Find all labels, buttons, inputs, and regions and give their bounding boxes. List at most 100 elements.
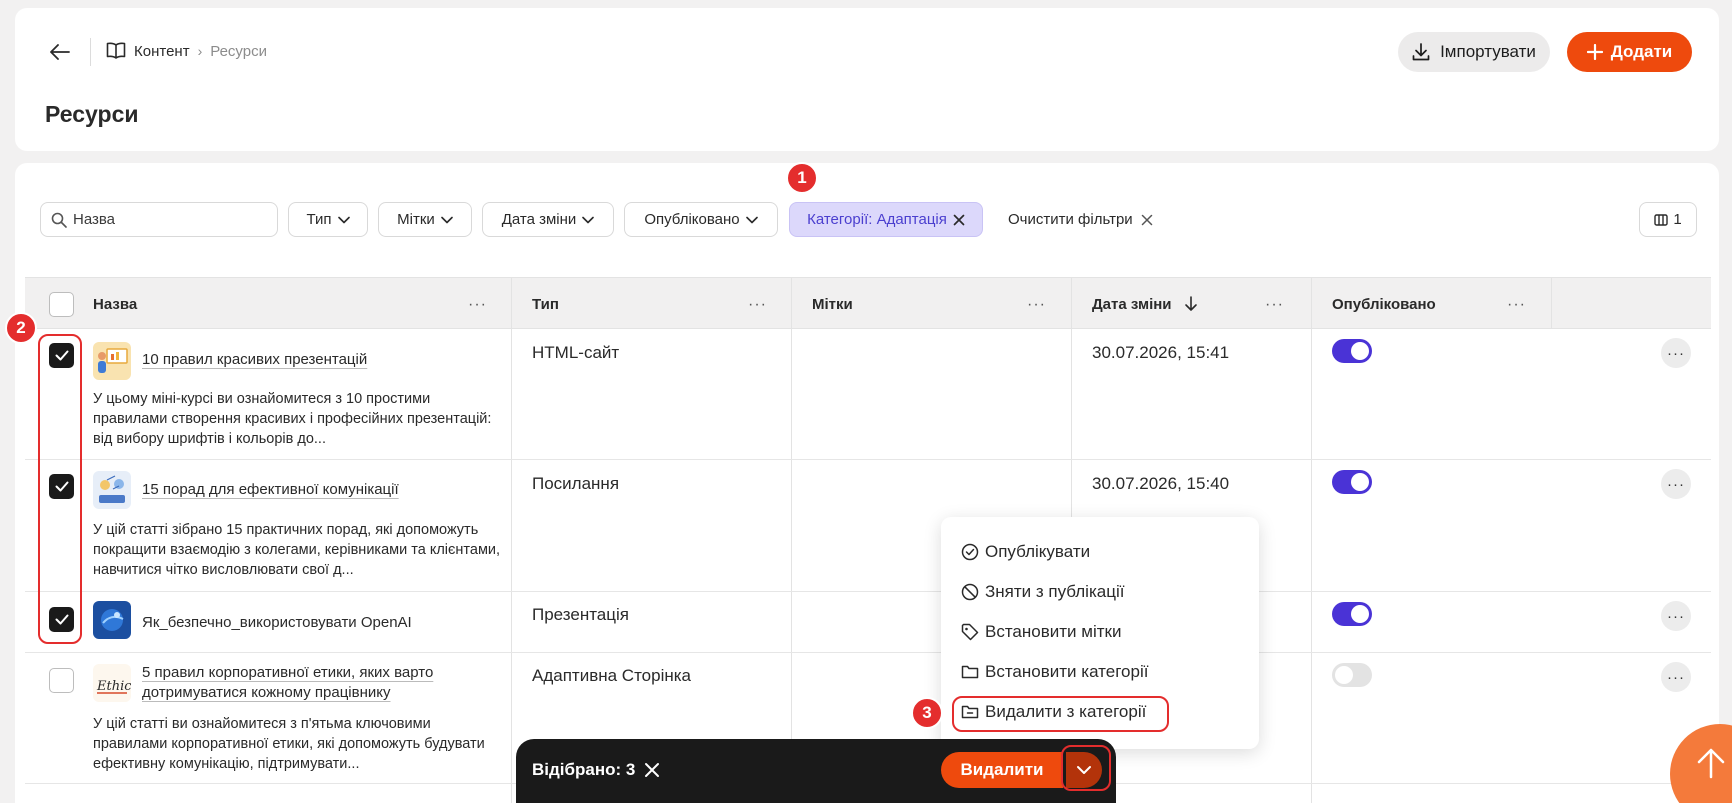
folder-icon [961, 665, 979, 679]
columns-icon [1654, 213, 1669, 226]
resource-title[interactable]: Як_безпечно_використовувати OpenAI [142, 613, 412, 633]
published-toggle[interactable] [1332, 470, 1372, 494]
menu-item-set-tags[interactable]: Встановити мітки [961, 622, 1121, 642]
filter-type[interactable]: Тип [288, 202, 368, 237]
row-menu-button[interactable]: ··· [1661, 469, 1691, 499]
close-icon[interactable] [953, 214, 965, 226]
select-all-checkbox[interactable] [49, 292, 74, 317]
breadcrumb: Контент › Ресурси [106, 42, 267, 60]
menu-item-set-categories[interactable]: Встановити категорії [961, 662, 1148, 682]
resource-description: У цьому міні-курсі ви ознайомитеся з 10 … [93, 391, 492, 447]
book-icon [106, 42, 126, 59]
svg-text:Ethics: Ethics [96, 679, 131, 694]
thumbnail [93, 471, 131, 509]
delete-label: Видалити [960, 760, 1044, 779]
col-name-menu[interactable]: ··· [468, 296, 487, 314]
menu-item-label: Опублікувати [985, 542, 1091, 561]
table-header: Назва ··· Тип ··· Мітки ··· Дата зміни ·… [25, 277, 1711, 329]
col-header-name[interactable]: Назва [93, 278, 137, 330]
table-row: Як_безпечно_використовувати OpenAI Презе… [25, 592, 1711, 653]
search-icon [51, 212, 67, 228]
resource-title[interactable]: 15 порад для ефективної комунікації [142, 480, 399, 500]
menu-item-label: Встановити категорії [985, 662, 1149, 681]
arrow-left-icon [50, 44, 70, 60]
resource-date: 30.07.2026, 15:40 [1092, 474, 1230, 493]
close-icon [1141, 214, 1152, 225]
plus-icon [1586, 44, 1603, 60]
close-icon [645, 763, 659, 777]
add-label: Додати [1610, 42, 1673, 61]
table-row: 10 правил красивих презентацій У цьому м… [25, 329, 1711, 460]
filter-date[interactable]: Дата зміни [482, 202, 614, 237]
chevron-down-icon [441, 216, 453, 223]
row-checkbox[interactable] [49, 668, 74, 693]
col-tags-menu[interactable]: ··· [1027, 296, 1046, 314]
filter-tags-label: Мітки [397, 211, 435, 228]
resource-title[interactable]: 10 правил красивих презентацій [142, 350, 367, 370]
tag-icon [961, 623, 979, 641]
row-menu-button[interactable]: ··· [1661, 601, 1691, 631]
filter-date-label: Дата зміни [501, 211, 577, 228]
clear-selection-button[interactable] [640, 758, 664, 782]
resource-type: Посилання [532, 474, 620, 493]
chevron-down-icon [337, 216, 350, 223]
row-menu-button[interactable]: ··· [1661, 338, 1691, 368]
col-header-tags[interactable]: Мітки [812, 278, 853, 330]
col-date-menu[interactable]: ··· [1265, 296, 1284, 314]
download-icon [1412, 43, 1430, 61]
search-input[interactable] [73, 211, 263, 228]
resource-title[interactable]: 5 правил корпоративної етики, яких варто… [142, 663, 462, 703]
filter-published-label: Опубліковано [644, 211, 740, 228]
columns-count: 1 [1673, 211, 1682, 228]
resource-description: У цій статті ви ознайомитеся з п'ятьма к… [93, 716, 485, 772]
published-toggle[interactable] [1332, 663, 1372, 687]
filter-tags[interactable]: Мітки [378, 202, 472, 237]
search-field[interactable] [40, 202, 278, 237]
resource-description: У цій статті зібрано 15 практичних порад… [93, 522, 501, 578]
table-row: 15 порад для ефективної комунікації У ці… [25, 460, 1711, 592]
resource-type: HTML-сайт [532, 343, 620, 362]
ban-icon [961, 583, 979, 601]
columns-button[interactable]: 1 [1639, 202, 1697, 237]
filter-category-label: Категорії: Адаптація [807, 211, 947, 228]
filter-type-label: Тип [306, 211, 332, 228]
delete-button[interactable]: Видалити [941, 752, 1063, 788]
add-button[interactable]: Додати [1567, 32, 1692, 72]
filter-category-active[interactable]: Категорії: Адаптація [789, 202, 983, 237]
annotation-highlight-more [1061, 745, 1111, 791]
col-type-menu[interactable]: ··· [748, 296, 767, 314]
col-header-published[interactable]: Опубліковано [1332, 278, 1436, 330]
breadcrumb-current: Ресурси [210, 42, 267, 60]
col-published-menu[interactable]: ··· [1507, 296, 1526, 314]
import-label: Імпортувати [1440, 42, 1536, 61]
annotation-highlight-remove [952, 696, 1169, 732]
menu-item-publish[interactable]: Опублікувати [961, 542, 1090, 562]
breadcrumb-content[interactable]: Контент [134, 43, 190, 60]
col-header-date[interactable]: Дата зміни [1092, 278, 1172, 330]
arrow-down-icon[interactable] [1184, 296, 1198, 312]
check-circle-icon [961, 543, 979, 561]
filter-published[interactable]: Опубліковано [624, 202, 778, 237]
selected-count: Відібрано: 3 [532, 760, 636, 779]
clear-filters-button[interactable]: Очистити фільтри [1008, 202, 1153, 237]
published-toggle[interactable] [1332, 602, 1372, 626]
back-button[interactable] [46, 40, 74, 64]
import-button[interactable]: Імпортувати [1398, 32, 1550, 72]
published-toggle[interactable] [1332, 339, 1372, 363]
menu-item-label: Зняти з публікації [985, 582, 1125, 601]
annotation-badge-1: 1 [786, 162, 818, 194]
thumbnail [93, 342, 131, 380]
chevron-down-icon [745, 216, 758, 223]
menu-item-unpublish[interactable]: Зняти з публікації [961, 582, 1124, 602]
thumbnail [93, 601, 131, 639]
annotation-badge-2: 2 [5, 312, 37, 344]
chevron-right-icon: › [197, 43, 203, 59]
header-card [15, 8, 1719, 151]
resource-date: 30.07.2026, 15:41 [1092, 343, 1230, 362]
annotation-highlight-checkboxes [38, 334, 82, 644]
resource-type: Презентація [532, 605, 629, 624]
row-menu-button[interactable]: ··· [1661, 662, 1691, 692]
header-divider [90, 38, 91, 66]
column-divider [1551, 277, 1552, 329]
col-header-type[interactable]: Тип [532, 278, 559, 330]
